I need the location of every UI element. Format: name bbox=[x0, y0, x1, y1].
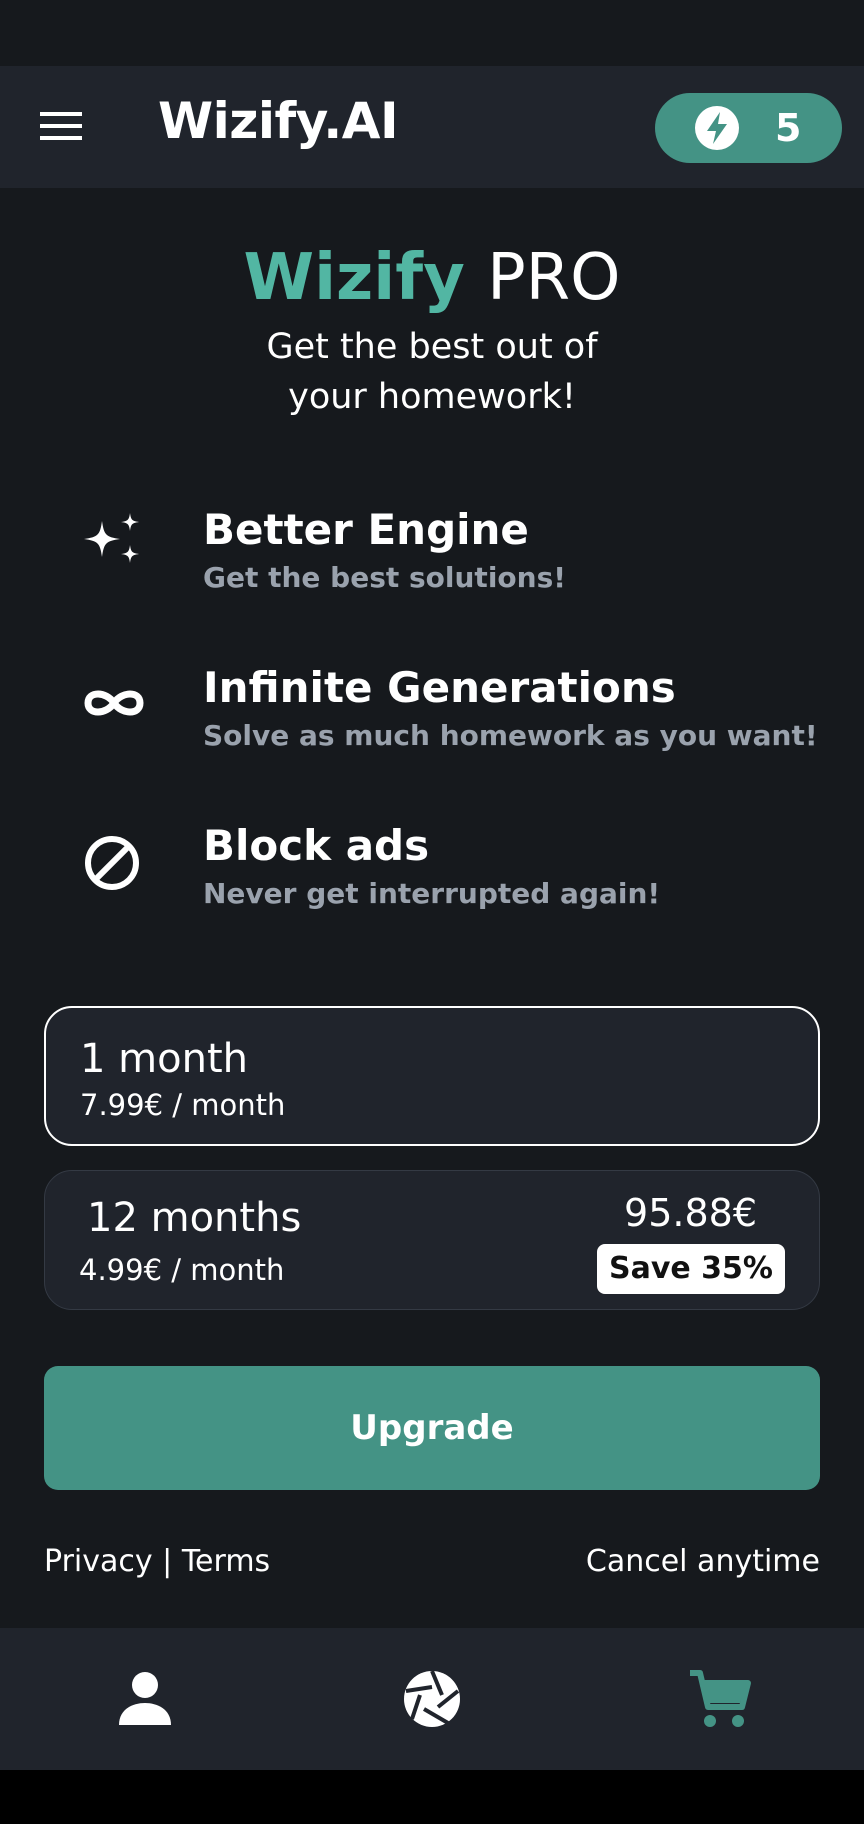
feature-title: Block ads bbox=[203, 821, 430, 870]
feature-title: Better Engine bbox=[203, 505, 529, 554]
plan-price: 7.99€ / month bbox=[80, 1088, 286, 1122]
separator: | bbox=[162, 1544, 173, 1579]
cart-icon bbox=[690, 1670, 751, 1727]
hero-subtitle-line1: Get the best out of bbox=[266, 327, 598, 367]
upgrade-button[interactable]: Upgrade bbox=[44, 1366, 820, 1490]
block-icon bbox=[85, 836, 139, 890]
credits-badge[interactable]: 5 bbox=[655, 93, 842, 163]
hero-brand: Wizify bbox=[243, 241, 465, 315]
feature-description: Get the best solutions! bbox=[203, 561, 567, 594]
privacy-link[interactable]: Privacy bbox=[44, 1544, 153, 1579]
status-bar bbox=[0, 0, 864, 66]
feature-description: Solve as much homework as you want! bbox=[203, 719, 818, 752]
feature-block-ads: Block ads Never get interrupted again! bbox=[0, 821, 864, 921]
feature-better-engine: Better Engine Get the best solutions! bbox=[0, 505, 864, 605]
infinity-icon bbox=[84, 690, 144, 716]
hero-title: Wizify PRO bbox=[0, 240, 864, 316]
plan-name: 1 month bbox=[80, 1036, 248, 1082]
nav-camera[interactable] bbox=[400, 1667, 464, 1731]
terms-link[interactable]: Terms bbox=[182, 1544, 270, 1579]
feature-infinite-generations: Infinite Generations Solve as much homew… bbox=[0, 663, 864, 763]
feature-description: Never get interrupted again! bbox=[203, 877, 661, 910]
person-icon bbox=[119, 1672, 171, 1725]
plan-1-month[interactable]: 1 month 7.99€ / month bbox=[44, 1006, 820, 1146]
plan-12-months[interactable]: 12 months 4.99€ / month 95.88€ Save 35% bbox=[44, 1170, 820, 1310]
hero-subtitle: Get the best out of your homework! bbox=[180, 322, 684, 422]
legal-links: Privacy | Terms bbox=[44, 1544, 270, 1579]
plan-price: 4.99€ / month bbox=[79, 1253, 285, 1287]
plan-name: 12 months bbox=[87, 1195, 302, 1241]
credits-count: 5 bbox=[775, 106, 802, 150]
cancel-anytime-text: Cancel anytime bbox=[585, 1544, 820, 1579]
nav-shop[interactable] bbox=[688, 1667, 752, 1731]
camera-shutter-icon bbox=[404, 1670, 460, 1727]
hero-tier: PRO bbox=[487, 241, 621, 315]
app-title: Wizify.AI bbox=[158, 92, 399, 150]
save-badge: Save 35% bbox=[596, 1244, 785, 1294]
menu-button[interactable] bbox=[36, 106, 86, 146]
bottom-nav bbox=[0, 1628, 864, 1770]
nav-profile[interactable] bbox=[113, 1667, 177, 1731]
hamburger-menu-icon bbox=[40, 112, 82, 140]
lightning-bolt-icon bbox=[695, 106, 739, 150]
feature-title: Infinite Generations bbox=[203, 663, 676, 712]
sparkles-icon bbox=[84, 513, 139, 563]
hero-subtitle-line2: your homework! bbox=[288, 377, 576, 417]
plan-total: 95.88€ bbox=[624, 1191, 757, 1235]
system-gesture-bar bbox=[0, 1770, 864, 1824]
app-bar: Wizify.AI 5 bbox=[0, 66, 864, 188]
